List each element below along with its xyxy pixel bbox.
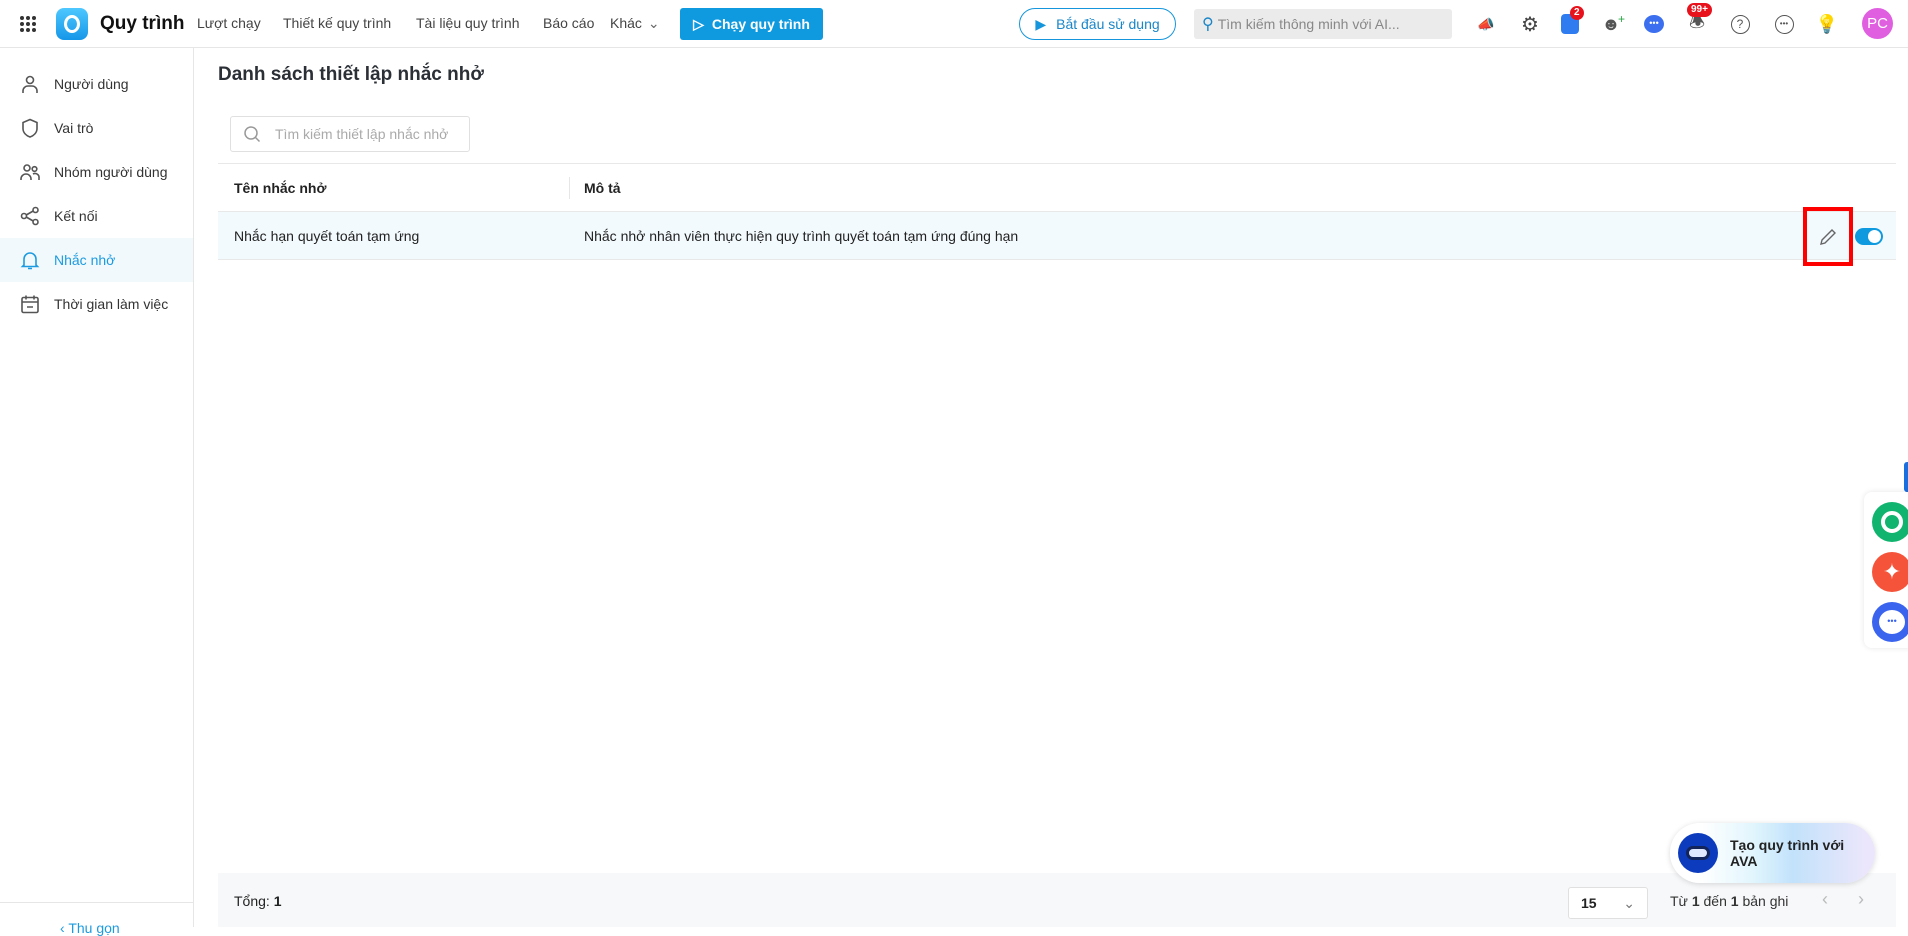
total-value: 1 <box>273 893 282 909</box>
sidebar-item-reminders[interactable]: Nhắc nhở <box>0 238 193 282</box>
apps-grid-icon[interactable] <box>20 16 36 32</box>
range-from-label: Từ <box>1670 893 1688 909</box>
add-user-icon[interactable]: ☻ + <box>1599 12 1625 36</box>
ava-robot-icon <box>1678 833 1718 873</box>
next-page-button[interactable]: › <box>1858 889 1864 910</box>
ava-button-label: Tạo quy trình với AVA <box>1730 837 1845 869</box>
table-footer: Tổng: 1 15 ⌄ Từ 1 đến 1 bản ghi ‹ › <box>218 873 1896 927</box>
avatar[interactable]: PC <box>1862 8 1893 39</box>
bell-icon <box>20 252 40 270</box>
sidebar-item-working-time[interactable]: Thời gian làm việc <box>0 282 193 326</box>
calendar-icon <box>21 295 39 314</box>
ai-sparkle-icon[interactable]: ✦ <box>1872 552 1908 592</box>
divider <box>0 902 193 903</box>
floating-widgets: ✦ ••• <box>1864 492 1908 648</box>
total-label: Tổng: <box>234 893 270 909</box>
sidebar-item-connections[interactable]: Kết nối <box>0 194 193 238</box>
page-size-value: 15 <box>1581 895 1597 911</box>
nav-more[interactable]: Khác ⌄ <box>610 15 660 32</box>
total-count: Tổng: 1 <box>234 893 282 909</box>
ai-search-input[interactable]: ⚲ Tìm kiếm thông minh với AI... <box>1194 9 1452 39</box>
ava-create-button[interactable]: Tạo quy trình với AVA <box>1670 823 1875 883</box>
chevron-down-icon: ⌄ <box>647 15 660 31</box>
search-placeholder: Tìm kiếm thiết lập nhắc nhở <box>275 126 449 142</box>
range-suffix: bản ghi <box>1742 893 1789 909</box>
pencil-icon <box>1820 228 1836 245</box>
page-range: Từ 1 đến 1 bản ghi <box>1670 893 1788 909</box>
reminder-description: Nhắc nhở nhân viên thực hiện quy trình q… <box>584 228 1019 244</box>
more-icon[interactable]: ••• <box>1772 12 1796 36</box>
chat-icon[interactable]: ••• <box>1642 12 1666 36</box>
range-from: 1 <box>1691 893 1700 909</box>
gear-icon[interactable]: ⚙ <box>1518 12 1542 36</box>
search-icon <box>244 126 261 143</box>
range-to-label: đến <box>1703 893 1727 909</box>
help-icon[interactable]: ? <box>1728 12 1752 36</box>
table-header: Tên nhắc nhở Mô tả <box>218 163 1896 212</box>
app-name: Quy trình <box>100 13 185 34</box>
app-logo[interactable] <box>56 8 88 40</box>
sidebar-item-users[interactable]: Người dùng <box>0 62 193 106</box>
get-started-button[interactable]: ▶ Bắt đầu sử dụng <box>1019 8 1176 40</box>
users-icon <box>20 164 40 180</box>
sidebar-item-label: Kết nối <box>54 208 98 224</box>
page-title: Danh sách thiết lập nhắc nhở <box>218 64 484 85</box>
sidebar-item-label: Người dùng <box>54 76 129 92</box>
column-divider <box>569 177 570 199</box>
enabled-toggle[interactable] <box>1855 228 1883 245</box>
megaphone-icon[interactable]: 📣 <box>1474 12 1498 36</box>
edit-button[interactable] <box>1803 207 1853 266</box>
messenger-icon[interactable]: ••• <box>1872 602 1908 642</box>
collapse-label: Thu gọn <box>68 920 120 936</box>
run-process-button[interactable]: ▷ Chạy quy trình <box>680 8 823 40</box>
column-header-description: Mô tả <box>584 180 621 196</box>
ai-search-placeholder: Tìm kiếm thông minh với AI... <box>1217 16 1400 32</box>
collapse-button[interactable]: ‹ Thu gọn <box>60 920 120 936</box>
table-row[interactable]: Nhắc hạn quyết toán tạm ứng Nhắc nhở nhâ… <box>218 207 1896 266</box>
cart-badge: 2 <box>1570 6 1584 20</box>
sidebar-item-user-groups[interactable]: Nhóm người dùng <box>0 150 193 194</box>
nav-more-label: Khác <box>610 15 642 31</box>
sidebar: Người dùng Vai trò Nhóm người dùng Kết n… <box>0 48 194 936</box>
reminder-search-input[interactable]: Tìm kiếm thiết lập nhắc nhở <box>230 116 470 152</box>
notification-badge: 99+ <box>1687 3 1712 17</box>
column-header-name: Tên nhắc nhở <box>234 180 327 196</box>
sidebar-item-label: Vai trò <box>54 120 94 136</box>
ai-search-icon: ⚲ <box>1202 16 1214 33</box>
play-icon: ▶ <box>1035 15 1047 32</box>
top-header: Quy trình Lượt chạy Thiết kế quy trình T… <box>0 0 1908 48</box>
range-to: 1 <box>1730 893 1739 909</box>
nav-runs[interactable]: Lượt chạy <box>197 15 261 31</box>
lightbulb-icon[interactable]: 💡 <box>1815 12 1839 36</box>
get-started-label: Bắt đầu sử dụng <box>1056 16 1160 32</box>
cart-icon[interactable]: 2 <box>1558 6 1584 36</box>
reminder-name: Nhắc hạn quyết toán tạm ứng <box>234 228 420 244</box>
nav-docs[interactable]: Tài liệu quy trình <box>416 15 520 31</box>
play-icon: ▷ <box>693 15 704 32</box>
shield-icon <box>22 118 38 138</box>
page-size-select[interactable]: 15 ⌄ <box>1568 887 1648 919</box>
prev-page-button[interactable]: ‹ <box>1822 889 1828 910</box>
sidebar-item-label: Nhóm người dùng <box>54 164 168 180</box>
chevron-down-icon: ⌄ <box>1623 894 1635 911</box>
nav-reports[interactable]: Báo cáo <box>543 15 594 31</box>
sidebar-item-label: Nhắc nhở <box>54 252 116 268</box>
user-icon <box>22 75 38 93</box>
sidebar-item-label: Thời gian làm việc <box>54 296 169 312</box>
sidebar-item-roles[interactable]: Vai trò <box>0 106 193 150</box>
run-process-label: Chạy quy trình <box>711 16 810 32</box>
reminders-table: Tên nhắc nhở Mô tả Nhắc hạn quyết toán t… <box>218 163 1896 266</box>
nav-design[interactable]: Thiết kế quy trình <box>283 15 391 31</box>
bell-icon[interactable]: 🕭 99+ <box>1685 3 1712 36</box>
side-tab[interactable] <box>1904 462 1908 492</box>
bot-chat-icon[interactable] <box>1872 502 1908 542</box>
share-icon <box>20 206 39 226</box>
